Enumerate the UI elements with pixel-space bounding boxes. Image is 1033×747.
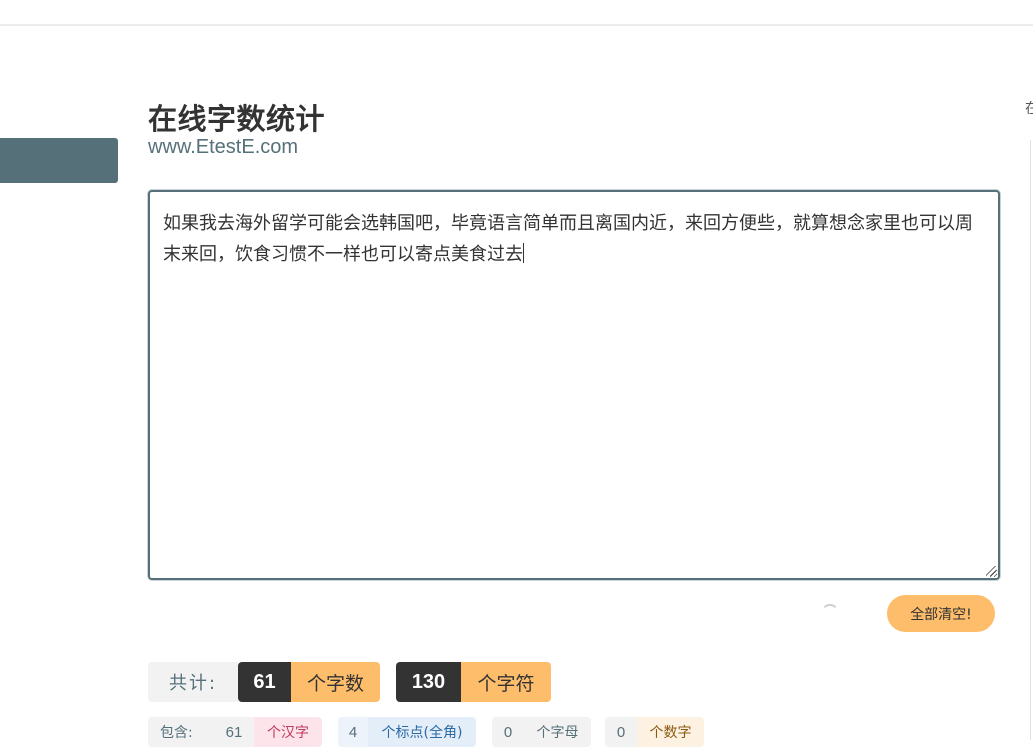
char-count-value: 61 — [238, 662, 291, 702]
resize-handle-icon[interactable] — [986, 566, 996, 576]
char-count-unit: 个字数 — [291, 662, 380, 702]
text-input-area[interactable]: 如果我去海外留学可能会选韩国吧，毕竟语言简单而且离国内近，来回方便些，就算想念家… — [148, 190, 1000, 580]
right-edge-text: 在 — [1025, 101, 1033, 117]
sidebar-block — [0, 138, 118, 183]
site-url: www.EtestE.com — [148, 136, 299, 158]
symbol-count-value: 130 — [396, 662, 461, 702]
top-bar — [0, 0, 1033, 26]
loading-spinner-icon — [821, 604, 839, 622]
text-caret — [523, 243, 524, 263]
char-count-pill: 61 个字数 — [238, 662, 380, 702]
symbol-count-pill: 130 个字符 — [396, 662, 551, 702]
symbol-count-unit: 个字符 — [461, 662, 551, 702]
page-title: 在线字数统计 — [148, 102, 326, 136]
clear-all-button[interactable]: 全部清空! — [887, 595, 995, 632]
total-label: 共计: — [148, 662, 238, 702]
total-stats: 共计: 61 个字数 130 个字符 — [148, 662, 551, 702]
editor-text: 如果我去海外留学可能会选韩国吧，毕竟语言简单而且离国内近，来回方便些，就算想念家… — [163, 213, 973, 265]
right-divider — [1030, 140, 1031, 740]
